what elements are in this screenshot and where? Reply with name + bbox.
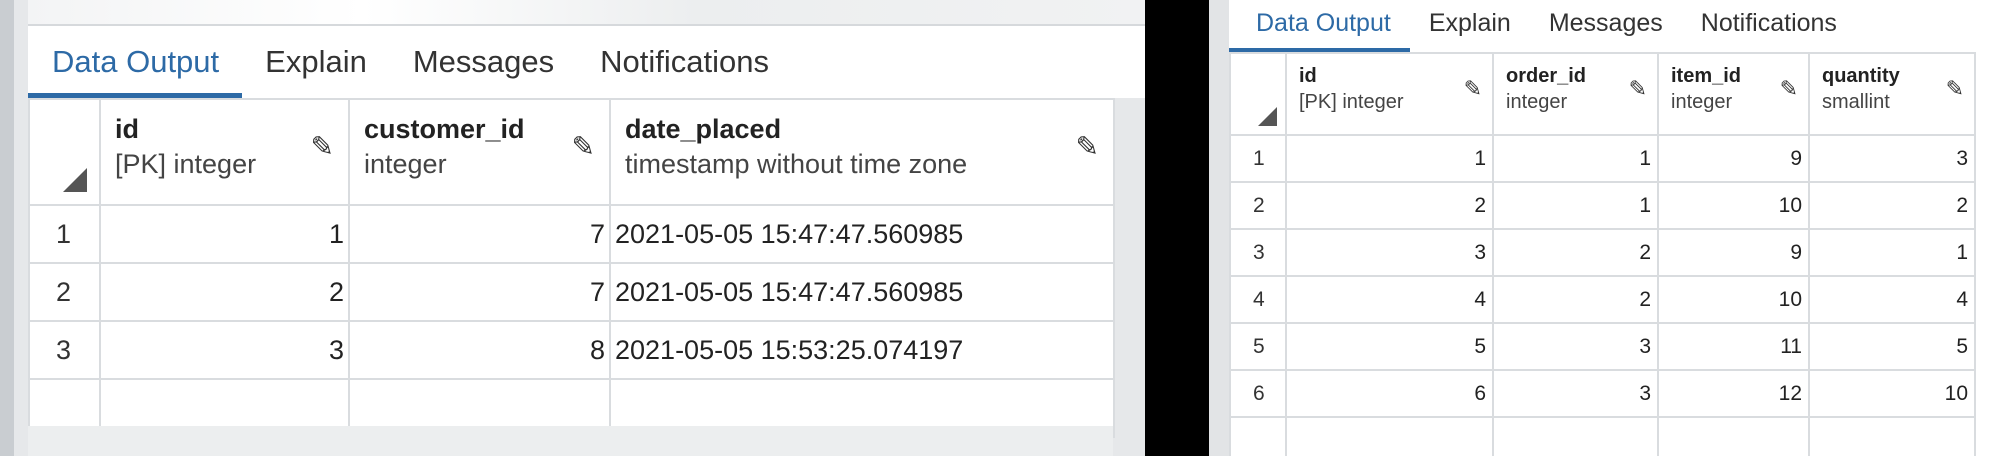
- header-row: id [PK] integer ✎ customer_id integer ✎ …: [28, 98, 1115, 206]
- pencil-icon[interactable]: ✎: [1629, 76, 1647, 102]
- table-cell[interactable]: 11: [1657, 322, 1810, 371]
- pencil-icon[interactable]: ✎: [572, 130, 595, 163]
- table-cell[interactable]: 3: [1285, 228, 1494, 277]
- table-cell[interactable]: 2021-05-05 15:47:47.560985: [609, 262, 1115, 322]
- table-cell[interactable]: 1: [1492, 181, 1659, 230]
- row-number[interactable]: 1: [1229, 134, 1287, 183]
- tab-data-output[interactable]: Data Output: [1229, 0, 1410, 52]
- table-cell[interactable]: 1: [1492, 134, 1659, 183]
- pencil-icon[interactable]: ✎: [1464, 76, 1482, 102]
- row-number[interactable]: 4: [1229, 275, 1287, 324]
- pencil-icon[interactable]: ✎: [311, 130, 334, 163]
- empty-cell: [1808, 416, 1976, 456]
- table-cell[interactable]: 2021-05-05 15:53:25.074197: [609, 320, 1115, 380]
- data-grid: id [PK] integer ✎ customer_id integer ✎ …: [28, 98, 1115, 438]
- table-row[interactable]: 2 2 7 2021-05-05 15:47:47.560985: [28, 262, 1115, 322]
- table-cell[interactable]: 7: [348, 262, 611, 322]
- row-number[interactable]: 3: [1229, 228, 1287, 277]
- data-grid: id [PK] integer ✎ order_id integer ✎ ite…: [1229, 52, 1976, 456]
- pencil-icon[interactable]: ✎: [1946, 76, 1964, 102]
- table-row[interactable]: 1 1 1 9 3: [1229, 134, 1976, 183]
- row-number[interactable]: 1: [28, 204, 101, 264]
- tab-messages[interactable]: Messages: [390, 26, 577, 98]
- table-row[interactable]: 3 3 2 9 1: [1229, 228, 1976, 277]
- table-cell[interactable]: 2: [1492, 228, 1659, 277]
- table-cell[interactable]: 2: [99, 262, 350, 322]
- empty-cell: [1492, 416, 1659, 456]
- empty-cell: [1229, 416, 1287, 456]
- tab-notifications[interactable]: Notifications: [1682, 0, 1856, 52]
- column-name: date_placed: [625, 114, 782, 144]
- table-cell[interactable]: 4: [1808, 275, 1976, 324]
- row-number[interactable]: 5: [1229, 322, 1287, 371]
- table-cell[interactable]: 3: [1492, 369, 1659, 418]
- table-cell[interactable]: 10: [1657, 181, 1810, 230]
- empty-cell: [1285, 416, 1494, 456]
- table-cell[interactable]: 1: [1808, 228, 1976, 277]
- right-query-panel: Data Output Explain Messages Notificatio…: [1209, 0, 2000, 456]
- table-cell[interactable]: 1: [1285, 134, 1494, 183]
- tab-notifications[interactable]: Notifications: [577, 26, 792, 98]
- table-row[interactable]: 1 1 7 2021-05-05 15:47:47.560985: [28, 204, 1115, 264]
- table-cell[interactable]: 5: [1808, 322, 1976, 371]
- result-tabs: Data Output Explain Messages Notificatio…: [28, 26, 1145, 98]
- left-side-strip: [1209, 0, 1229, 456]
- table-cell[interactable]: 9: [1657, 228, 1810, 277]
- table-cell[interactable]: 4: [1285, 275, 1494, 324]
- table-row[interactable]: 2 2 1 10 2: [1229, 181, 1976, 230]
- column-header-id[interactable]: id [PK] integer ✎: [1285, 52, 1494, 136]
- table-cell[interactable]: 5: [1285, 322, 1494, 371]
- select-all-cell[interactable]: [1229, 52, 1287, 136]
- table-row[interactable]: 5 5 3 11 5: [1229, 322, 1976, 371]
- pencil-icon[interactable]: ✎: [1780, 76, 1798, 102]
- table-row[interactable]: 4 4 2 10 4: [1229, 275, 1976, 324]
- column-header-quantity[interactable]: quantity smallint ✎: [1808, 52, 1976, 136]
- table-cell[interactable]: 3: [1492, 322, 1659, 371]
- select-all-corner-icon[interactable]: [1258, 107, 1277, 126]
- row-number[interactable]: 2: [1229, 181, 1287, 230]
- table-cell[interactable]: 7: [348, 204, 611, 264]
- column-header-order-id[interactable]: order_id integer ✎: [1492, 52, 1659, 136]
- column-header-item-id[interactable]: item_id integer ✎: [1657, 52, 1810, 136]
- table-cell[interactable]: 8: [348, 320, 611, 380]
- table-cell[interactable]: 2: [1492, 275, 1659, 324]
- tab-explain[interactable]: Explain: [1410, 0, 1530, 52]
- table-cell[interactable]: 10: [1657, 275, 1810, 324]
- left-side-strip: [0, 0, 14, 456]
- table-row[interactable]: 3 3 8 2021-05-05 15:53:25.074197: [28, 320, 1115, 380]
- select-all-corner-icon[interactable]: [63, 168, 87, 192]
- column-header-customer-id[interactable]: customer_id integer ✎: [348, 98, 611, 206]
- header-row: id [PK] integer ✎ order_id integer ✎ ite…: [1229, 52, 1976, 136]
- grid-background: [28, 426, 1113, 456]
- tab-data-output[interactable]: Data Output: [28, 26, 243, 98]
- column-header-date-placed[interactable]: date_placed timestamp without time zone …: [609, 98, 1115, 206]
- table-cell[interactable]: 6: [1285, 369, 1494, 418]
- table-row[interactable]: 6 6 3 12 10: [1229, 369, 1976, 418]
- table-cell[interactable]: 9: [1657, 134, 1810, 183]
- pencil-icon[interactable]: ✎: [1076, 130, 1099, 163]
- table-cell[interactable]: 3: [1808, 134, 1976, 183]
- result-tabs: Data Output Explain Messages Notificatio…: [1229, 0, 2000, 52]
- table-cell[interactable]: 2021-05-05 15:47:47.560985: [609, 204, 1115, 264]
- row-number[interactable]: 3: [28, 320, 101, 380]
- select-all-cell[interactable]: [28, 98, 101, 206]
- top-bar: [28, 0, 1145, 24]
- table-cell[interactable]: 10: [1808, 369, 1976, 418]
- table-cell[interactable]: 2: [1808, 181, 1976, 230]
- column-type: timestamp without time zone: [625, 149, 968, 179]
- empty-row: [1229, 416, 1976, 456]
- row-number[interactable]: 6: [1229, 369, 1287, 418]
- table-cell[interactable]: 12: [1657, 369, 1810, 418]
- table-cell[interactable]: 2: [1285, 181, 1494, 230]
- empty-cell: [1657, 416, 1810, 456]
- tab-messages[interactable]: Messages: [1530, 0, 1682, 52]
- left-query-panel: Data Output Explain Messages Notificatio…: [0, 0, 1145, 456]
- table-cell[interactable]: 1: [99, 204, 350, 264]
- row-number[interactable]: 2: [28, 262, 101, 322]
- tab-explain[interactable]: Explain: [242, 26, 390, 98]
- column-header-id[interactable]: id [PK] integer ✎: [99, 98, 350, 206]
- table-cell[interactable]: 3: [99, 320, 350, 380]
